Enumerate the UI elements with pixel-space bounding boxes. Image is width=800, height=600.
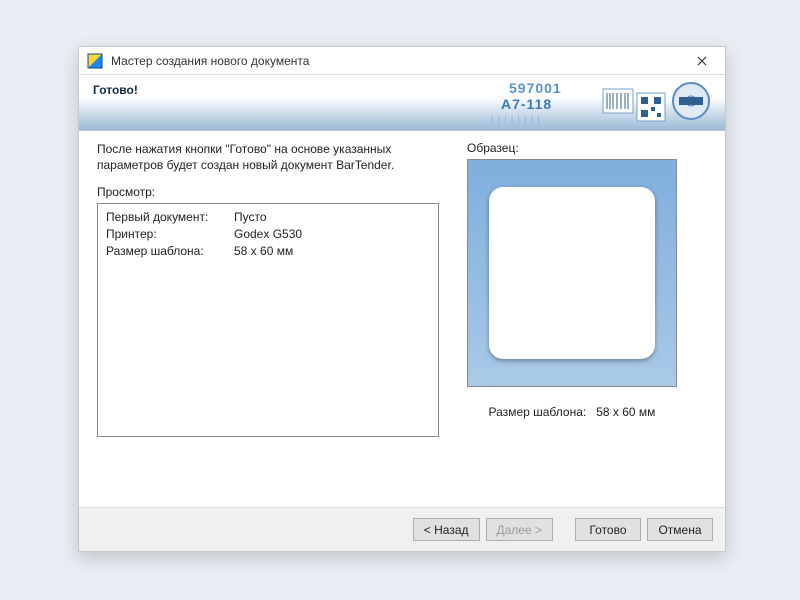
intro-text: После нажатия кнопки "Готово" на основе … (97, 141, 407, 173)
cancel-button[interactable]: Отмена (647, 518, 713, 541)
content-area: После нажатия кнопки "Готово" на основе … (79, 131, 725, 507)
left-column: После нажатия кнопки "Готово" на основе … (97, 141, 439, 437)
sample-caption: Размер шаблона: 58 x 60 мм (467, 405, 677, 419)
close-button[interactable] (685, 50, 719, 72)
page-heading: Готово! (93, 83, 138, 97)
review-box: Первый документ: Пусто Принтер: Godex G5… (97, 203, 439, 437)
titlebar: Мастер создания нового документа (79, 47, 725, 75)
review-key: Первый документ: (106, 210, 234, 224)
review-row: Первый документ: Пусто (106, 210, 430, 224)
window-title: Мастер создания нового документа (111, 54, 685, 68)
banner: Готово! 597001 A7-118 |||||||| (79, 75, 725, 131)
review-value: 58 x 60 мм (234, 244, 430, 258)
sample-caption-key: Размер шаблона: (489, 405, 587, 419)
finish-button[interactable]: Готово (575, 518, 641, 541)
review-key: Принтер: (106, 227, 234, 241)
review-row: Принтер: Godex G530 (106, 227, 430, 241)
review-value: Пусто (234, 210, 430, 224)
right-column: Образец: Размер шаблона: 58 x 60 мм (467, 141, 693, 419)
app-icon (87, 53, 103, 69)
banner-art: 597001 A7-118 |||||||| (479, 79, 719, 127)
svg-text:A7-118: A7-118 (501, 96, 552, 112)
review-row: Размер шаблона: 58 x 60 мм (106, 244, 430, 258)
svg-text:597001: 597001 (509, 80, 562, 96)
label-preview (489, 187, 655, 359)
sample-label: Образец: (467, 141, 693, 155)
svg-text:||||||||: |||||||| (491, 115, 544, 126)
back-button[interactable]: < Назад (413, 518, 480, 541)
sample-caption-value: 58 x 60 мм (596, 405, 655, 419)
wizard-window: Мастер создания нового документа Готово!… (78, 46, 726, 552)
review-value: Godex G530 (234, 227, 430, 241)
review-label: Просмотр: (97, 185, 439, 199)
sample-preview-box (467, 159, 677, 387)
wizard-footer: < Назад Далее > Готово Отмена (79, 507, 725, 551)
next-button: Далее > (486, 518, 554, 541)
review-key: Размер шаблона: (106, 244, 234, 258)
